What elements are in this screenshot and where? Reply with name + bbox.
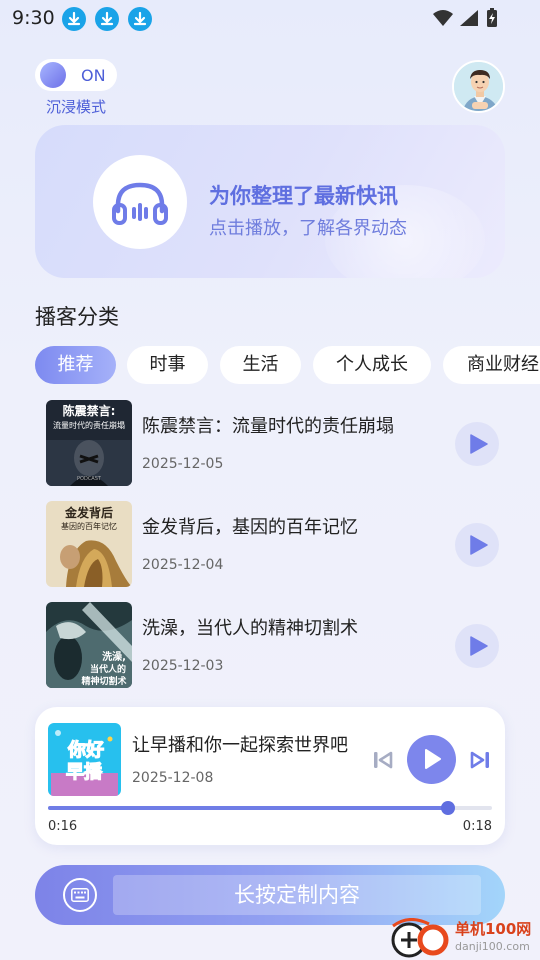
status-time: 9:30 (12, 7, 55, 29)
watermark: 单机100网 danji100.com (389, 916, 540, 960)
play-icon (470, 535, 488, 555)
headphones-button[interactable] (93, 155, 187, 249)
hero-subtitle: 点击播放，了解各界动态 (209, 218, 407, 239)
hold-to-customize-button[interactable]: 长按定制内容 (113, 875, 481, 915)
tab-life[interactable]: 生活 (220, 346, 301, 384)
section-title-categories: 播客分类 (35, 305, 119, 329)
episode-date: 2025-12-04 (142, 557, 224, 573)
toggle-state: ON (81, 66, 106, 85)
next-track-icon[interactable] (469, 751, 491, 769)
keyboard-button[interactable] (63, 878, 97, 912)
progress-thumb[interactable] (440, 801, 455, 815)
player-title: 让早播和你一起探索世界吧 (132, 735, 348, 756)
keyboard-icon (71, 888, 89, 902)
immersive-mode-label: 沉浸模式 (46, 98, 107, 116)
episode-cover: 金发背后 基因的百年记忆 (46, 501, 132, 587)
episode-item[interactable]: 洗澡, 当代人的 精神切割术 洗澡，当代人的精神切割术 2025-12-03 (46, 602, 516, 690)
episode-item[interactable]: 金发背后 基因的百年记忆 金发背后，基因的百年记忆 2025-12-04 (46, 501, 516, 589)
episode-cover: 陈震禁言: 流量时代的责任崩塌 PODCAST (46, 400, 132, 486)
watermark-logo (391, 918, 449, 958)
player-date: 2025-12-08 (132, 770, 214, 786)
cover-subtitle: 流量时代的责任崩塌 (53, 420, 125, 430)
cover-subtitle: 基因的百年记忆 (61, 521, 117, 531)
status-bar: 9:30 (0, 0, 540, 36)
mini-player[interactable]: 你好 早播 让早播和你一起探索世界吧 2025-12-08 0:16 0:18 (35, 707, 505, 845)
current-time: 0:16 (48, 819, 78, 834)
play-icon (425, 749, 441, 769)
download-icon (62, 7, 86, 31)
progress-fill (48, 806, 448, 810)
tab-recommended[interactable]: 推荐 (35, 346, 116, 384)
cover-caption: PODCAST (77, 476, 102, 482)
episode-title: 金发背后，基因的百年记忆 (142, 517, 358, 538)
cover-title: 金发背后 (64, 505, 113, 520)
download-icon (95, 7, 119, 31)
watermark-url: danji100.com (455, 940, 530, 953)
cover-subtitle: 当代人的 (90, 663, 126, 675)
cover-title: 你好 (67, 739, 104, 761)
episode-title: 陈震禁言：流量时代的责任崩塌 (142, 416, 394, 437)
cover-subtitle: 早播 (66, 761, 103, 783)
category-tabs: 推荐 时事 生活 个人成长 商业财经 (35, 346, 540, 384)
episode-play-button[interactable] (455, 523, 499, 567)
episode-play-button[interactable] (455, 422, 499, 466)
episode-date: 2025-12-03 (142, 658, 224, 674)
episode-title: 洗澡，当代人的精神切割术 (142, 618, 358, 639)
tab-personal-growth[interactable]: 个人成长 (313, 346, 431, 384)
headphones-icon (112, 182, 168, 225)
cover-caption: 精神切割术 (81, 675, 126, 687)
play-icon (470, 636, 488, 656)
episode-play-button[interactable] (455, 624, 499, 668)
player-play-button[interactable] (407, 735, 456, 784)
progress-slider[interactable] (48, 801, 492, 815)
toggle-knob (40, 62, 66, 88)
latest-news-card[interactable]: 为你整理了最新快讯 点击播放，了解各界动态 (35, 125, 505, 278)
previous-track-icon[interactable] (372, 751, 394, 769)
watermark-name: 单机100网 (455, 920, 532, 938)
player-cover: 你好 早播 (48, 723, 121, 796)
tab-current-affairs[interactable]: 时事 (127, 346, 208, 384)
play-icon (470, 434, 488, 454)
tab-business-finance[interactable]: 商业财经 (443, 346, 540, 384)
avatar[interactable] (452, 60, 505, 113)
cover-title: 洗澡, (102, 650, 126, 663)
total-duration: 0:18 (462, 819, 492, 834)
episode-cover: 洗澡, 当代人的 精神切割术 (46, 602, 132, 688)
episode-date: 2025-12-05 (142, 456, 224, 472)
hero-title: 为你整理了最新快讯 (209, 184, 398, 208)
system-status-icons (433, 8, 497, 27)
episode-item[interactable]: 陈震禁言: 流量时代的责任崩塌 PODCAST 陈震禁言：流量时代的责任崩塌 2… (46, 400, 516, 488)
download-icon (128, 7, 152, 31)
immersive-mode-toggle[interactable]: ON (35, 59, 117, 91)
cover-title: 陈震禁言: (63, 403, 116, 418)
